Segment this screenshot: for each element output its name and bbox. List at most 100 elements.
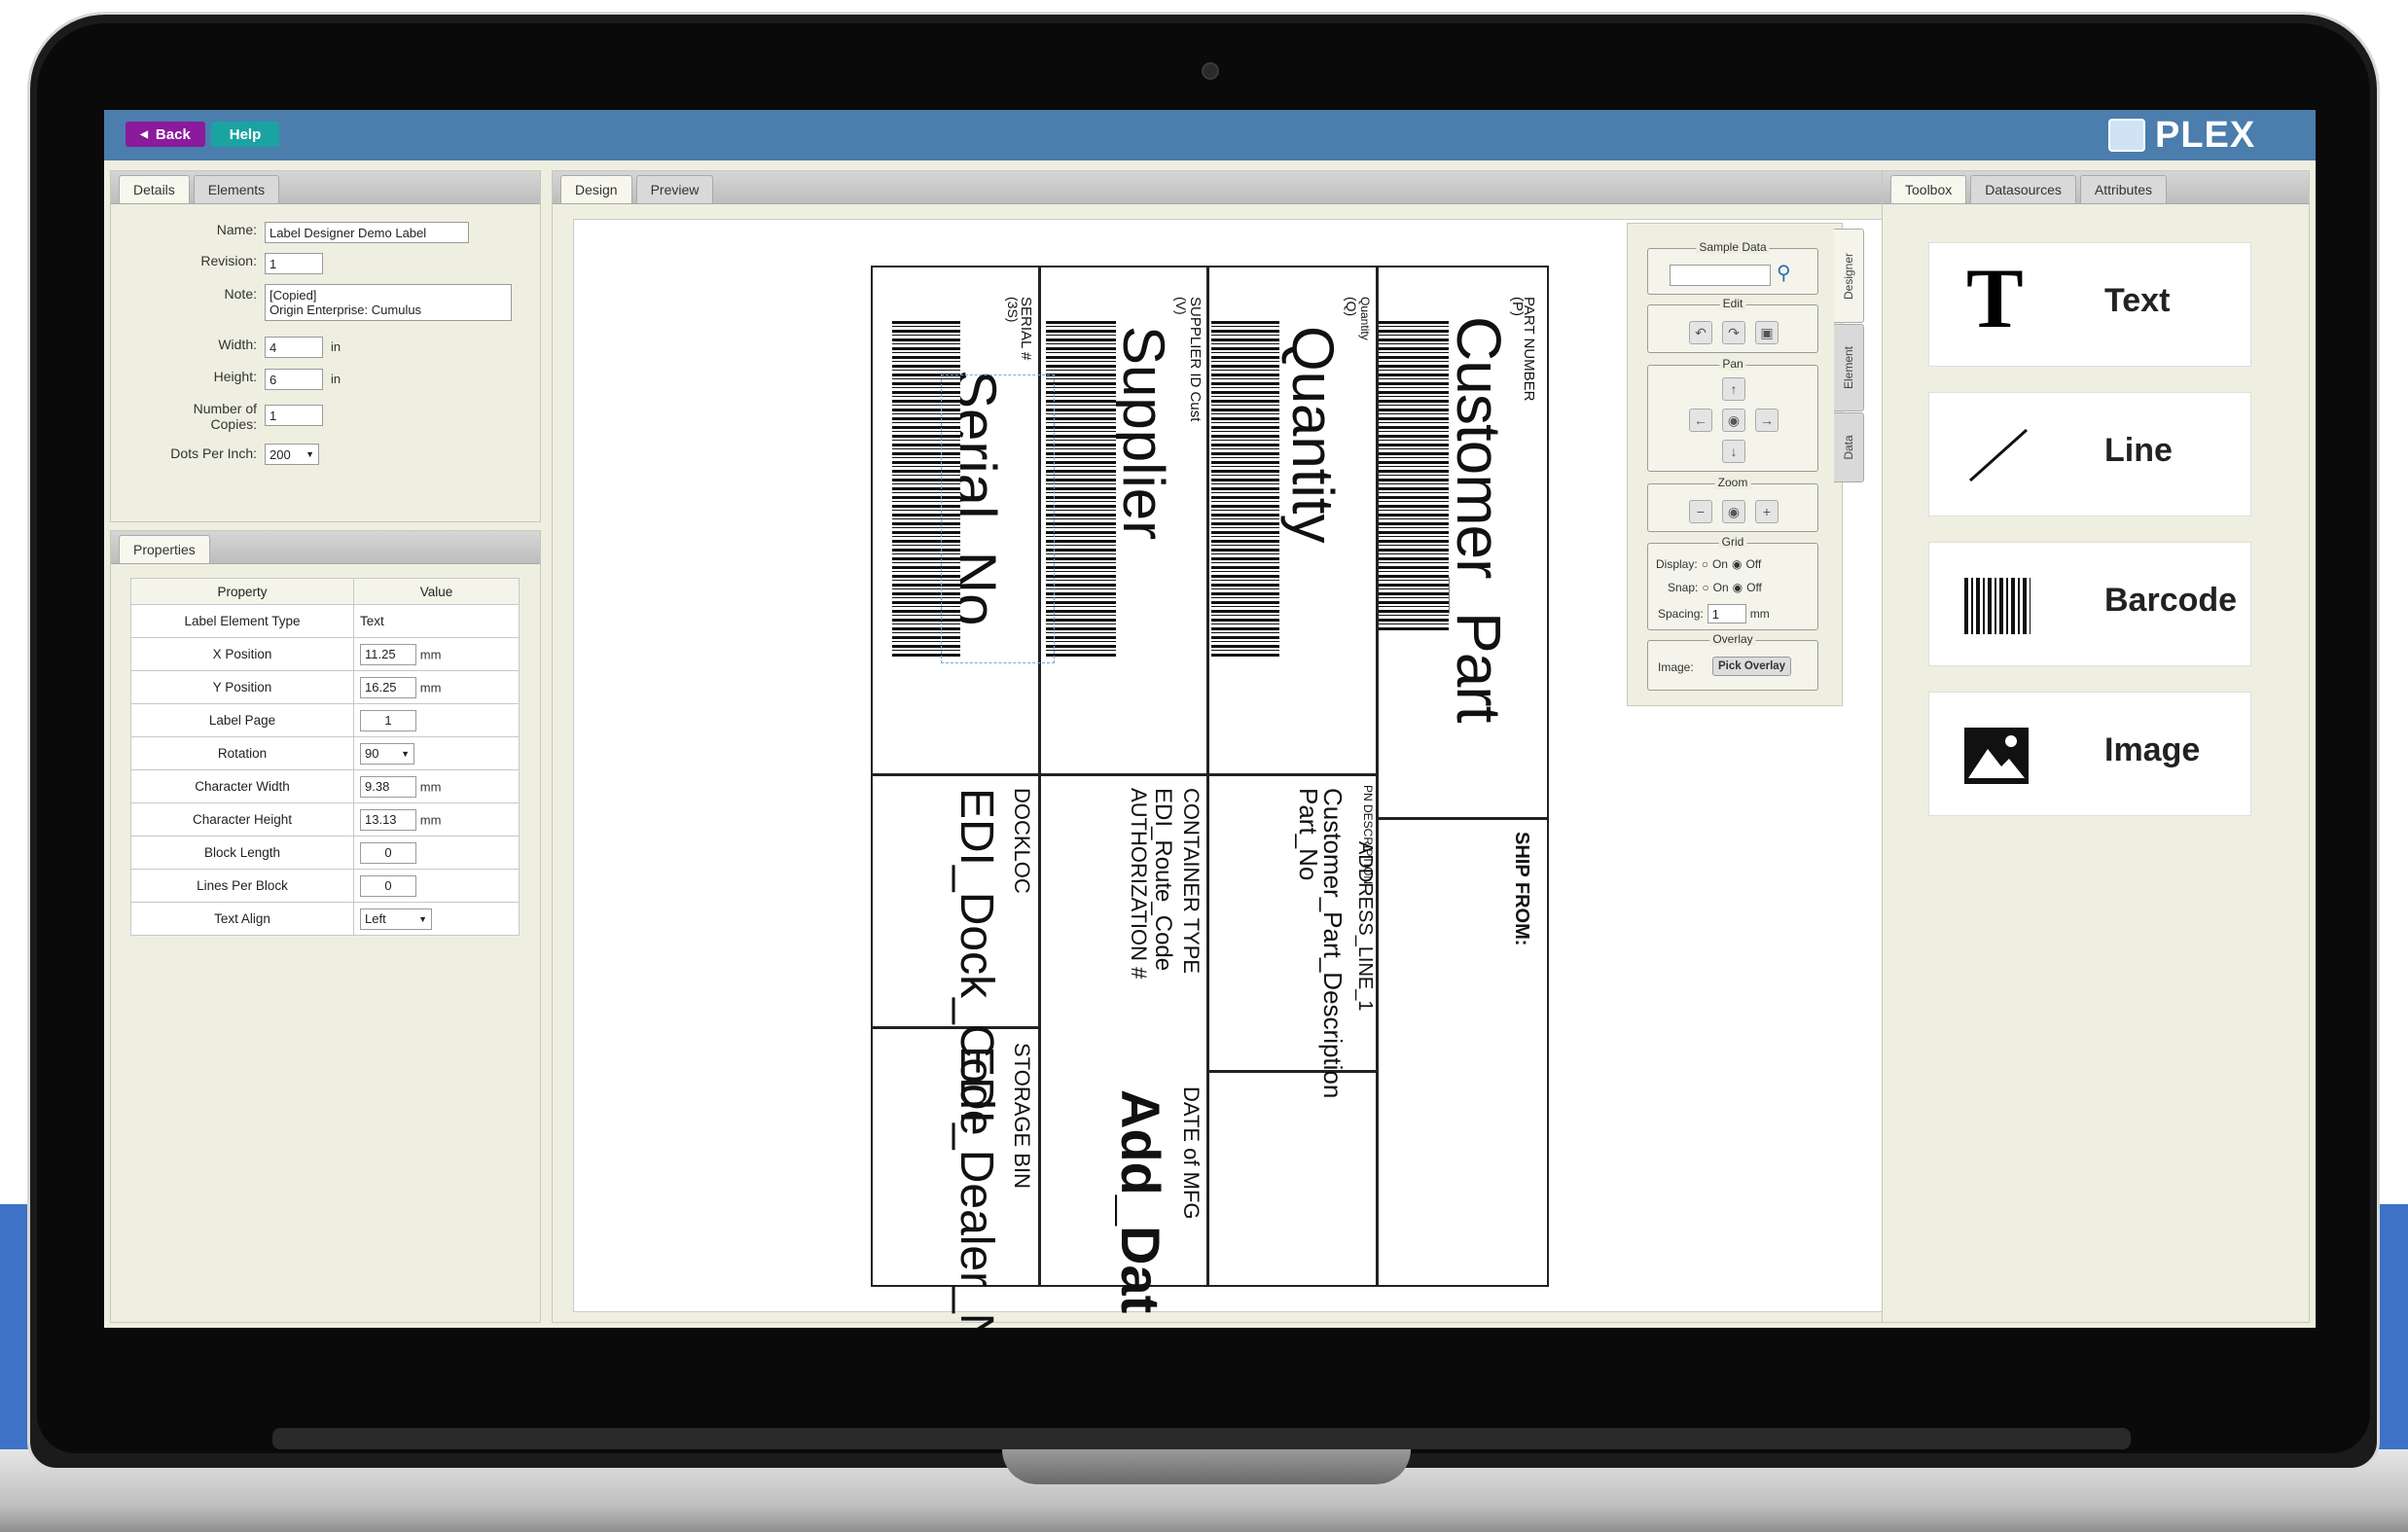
name-field[interactable]: Label Designer Demo Label [265, 222, 469, 243]
zoom-out-button[interactable]: − [1689, 500, 1712, 523]
supplier-barcode[interactable] [1046, 321, 1116, 658]
quantity-label[interactable]: Quantity [1358, 297, 1372, 340]
zoom-reset-button[interactable]: ◉ [1722, 500, 1745, 523]
storage-bin-label[interactable]: STORAGE BIN [1009, 1043, 1034, 1189]
spacing-label: Spacing: [1658, 607, 1704, 621]
selection-box[interactable] [941, 374, 1055, 663]
supplier-code[interactable]: (V) [1173, 297, 1189, 315]
toolbox-item-image[interactable]: Image [1928, 692, 2251, 816]
part-no-text[interactable]: Part_No [1293, 788, 1323, 880]
pan-down-button[interactable]: ↓ [1722, 440, 1745, 463]
part-barcode[interactable] [1379, 321, 1449, 632]
height-field[interactable]: 6 [265, 369, 323, 390]
lines-per-block-field[interactable]: 0 [360, 874, 416, 897]
details-tabstrip: Details Elements [111, 171, 540, 204]
redo-button[interactable]: ↷ [1722, 321, 1745, 344]
tab-design[interactable]: Design [560, 175, 632, 203]
property-name: Lines Per Block [130, 869, 354, 903]
laptop-notch [1002, 1449, 1411, 1484]
customer-part-text[interactable]: Customer_Part [1443, 316, 1515, 722]
x-position-field[interactable]: 11.25 [360, 643, 416, 665]
tab-details[interactable]: Details [119, 175, 190, 203]
rotation-select[interactable]: 90 ▼ [360, 742, 414, 765]
y-position-field[interactable]: 16.25 [360, 676, 416, 698]
name-label: Name: [216, 222, 257, 237]
spacing-field[interactable]: 1 [1707, 604, 1746, 623]
label-sheet[interactable]: PART NUMBER (P) Customer_Part Quantity (… [871, 266, 1549, 1328]
property-name: Label Page [130, 703, 354, 737]
revision-field[interactable]: 1 [265, 253, 323, 274]
container-type-label[interactable]: CONTAINER TYPE [1178, 788, 1204, 974]
toolbox-item-line[interactable]: Line [1928, 392, 2251, 517]
tab-elements[interactable]: Elements [193, 175, 280, 203]
back-arrow-icon: ◀ [140, 128, 148, 140]
toolbox-item-barcode[interactable]: Barcode [1928, 542, 2251, 666]
copies-field[interactable]: 1 [265, 405, 323, 426]
property-name: Label Element Type [130, 604, 354, 638]
chevron-down-icon: ▼ [305, 449, 314, 459]
toolbox-item-text[interactable]: T Text [1928, 242, 2251, 367]
tab-element[interactable]: Element [1834, 324, 1864, 411]
pan-right-button[interactable]: → [1755, 409, 1779, 432]
character-height-unit: mm [419, 812, 442, 827]
quantity-barcode[interactable] [1211, 321, 1279, 658]
overlay-box: Overlay Image: Pick Overlay [1647, 632, 1818, 691]
property-name: Y Position [130, 670, 354, 704]
supplier-label[interactable]: SUPPLIER ID Cust [1187, 297, 1204, 421]
tab-preview[interactable]: Preview [635, 175, 714, 203]
label-page-field[interactable]: 1 [360, 709, 416, 731]
width-unit: in [331, 339, 341, 354]
table-row: Y Position 16.25 mm [130, 670, 520, 704]
zoom-in-button[interactable]: + [1755, 500, 1779, 523]
tab-toolbox[interactable]: Toolbox [1890, 175, 1967, 203]
display-on-radio[interactable]: ○ [1702, 557, 1708, 571]
tab-properties[interactable]: Properties [119, 535, 210, 563]
table-row: Text Align Left ▼ [130, 902, 520, 936]
note-field[interactable]: [Copied] Origin Enterprise: Cumulus [265, 284, 512, 321]
block-length-field[interactable]: 0 [360, 841, 416, 864]
table-row: X Position 11.25 mm [130, 637, 520, 671]
width-label: Width: [218, 337, 257, 352]
authorization-label[interactable]: AUTHORIZATION # [1126, 788, 1151, 979]
ship-from-label[interactable]: SHIP FROM: [1510, 832, 1532, 945]
pn-description-label[interactable]: PN DESCRIPTION [1361, 785, 1375, 884]
back-button[interactable]: ◀ Back [126, 122, 205, 147]
width-field[interactable]: 4 [265, 337, 323, 358]
save-icon[interactable]: ▣ [1755, 321, 1779, 344]
character-width-field[interactable]: 9.38 [360, 775, 416, 798]
divider-line [1206, 1070, 1379, 1073]
display-off-radio[interactable]: ◉ [1732, 557, 1742, 571]
tab-data[interactable]: Data [1834, 412, 1864, 482]
serial-code[interactable]: (3S) [1005, 297, 1021, 322]
quantity-text[interactable]: Quantity [1279, 326, 1347, 543]
tab-attributes[interactable]: Attributes [2079, 175, 2167, 203]
quantity-code[interactable]: (Q) [1344, 297, 1359, 316]
property-name: Character Height [130, 802, 354, 837]
date-of-mfg-label[interactable]: DATE of MFG [1178, 1087, 1204, 1220]
laptop-hinge [272, 1428, 2131, 1449]
tab-designer[interactable]: Designer [1834, 229, 1864, 323]
undo-button[interactable]: ↶ [1689, 321, 1712, 344]
help-button[interactable]: Help [211, 122, 279, 147]
dockloc-label[interactable]: DOCKLOC [1009, 788, 1034, 894]
search-icon[interactable]: ⚲ [1777, 261, 1791, 285]
part-number-code[interactable]: (P) [1509, 297, 1526, 316]
table-row: Label Page 1 [130, 703, 520, 737]
route-code-text[interactable]: EDI_Route_Code [1149, 788, 1176, 971]
snap-on-radio[interactable]: ○ [1702, 581, 1708, 594]
add-date-text[interactable]: Add_Dat [1109, 1089, 1172, 1313]
snap-off-radio[interactable]: ◉ [1733, 581, 1743, 594]
pick-overlay-button[interactable]: Pick Overlay [1712, 657, 1792, 676]
tab-datasources[interactable]: Datasources [1970, 175, 2076, 203]
pan-up-button[interactable]: ↑ [1722, 377, 1745, 401]
table-row: Character Height 13.13 mm [130, 802, 520, 837]
supplier-text[interactable]: Supplier [1110, 326, 1177, 540]
pan-left-button[interactable]: ← [1689, 409, 1712, 432]
pan-center-button[interactable]: ◉ [1722, 409, 1745, 432]
character-height-field[interactable]: 13.13 [360, 808, 416, 831]
dealer-no-text[interactable]: EDI_Dealer_No [950, 1046, 1003, 1328]
sample-data-input[interactable] [1670, 265, 1771, 286]
text-align-select[interactable]: Left ▼ [360, 908, 432, 930]
table-row: Rotation 90 ▼ [130, 736, 520, 770]
dpi-select[interactable]: 200 ▼ [265, 444, 319, 465]
